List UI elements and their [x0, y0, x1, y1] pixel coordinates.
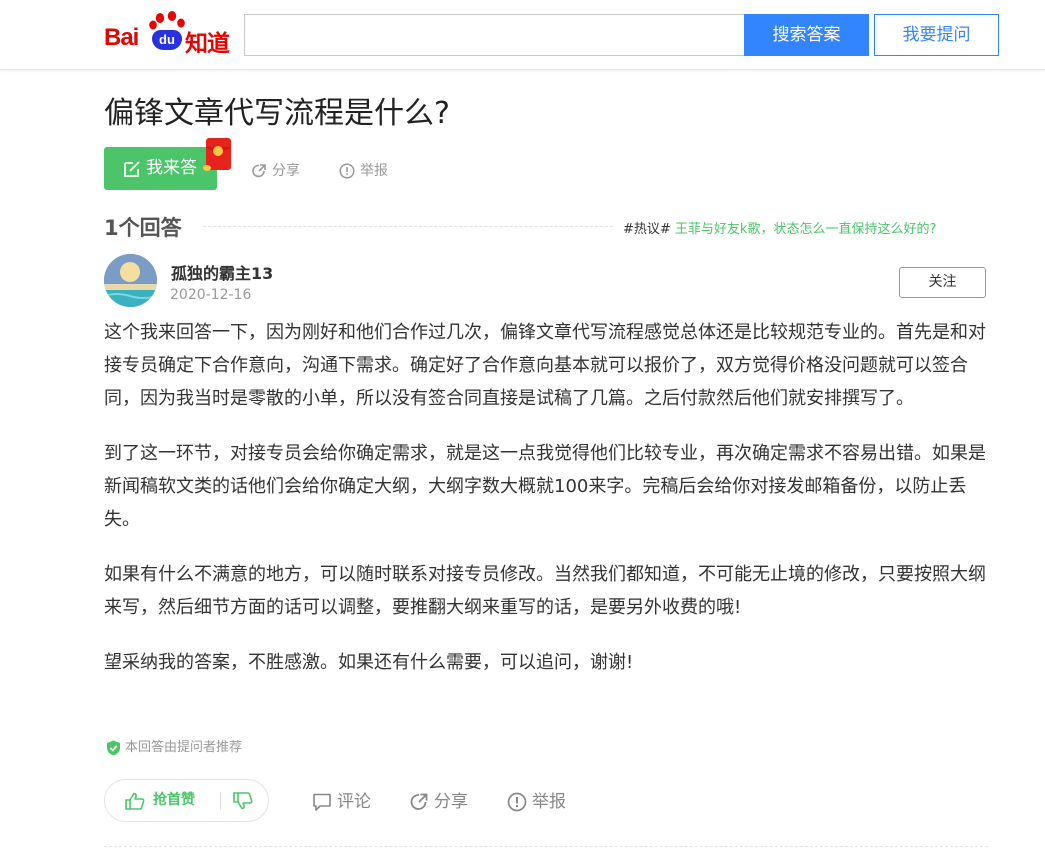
vote-box: 抢首赞: [104, 779, 269, 822]
answer-date: 2020-12-16: [170, 287, 252, 303]
hot-topic-link[interactable]: 王菲与好友k歌，状态怎么一直保持这么好的?: [671, 222, 936, 237]
search-button[interactable]: 搜索答案: [744, 14, 869, 56]
recommend-label: 本回答由提问者推荐: [125, 740, 243, 755]
answer-paragraph: 到了这一环节，对接专员会给你确定需求，就是这一点我觉得他们比较专业，再次确定需求…: [104, 443, 986, 530]
hot-topic-tag: #热议#: [623, 222, 671, 237]
question-report-label: 举报: [360, 163, 388, 179]
logo-bai-text: Bai: [104, 24, 139, 51]
comment-action[interactable]: 评论: [312, 790, 382, 814]
thumbs-up-icon: [125, 792, 145, 810]
question-title: 偏锋文章代写流程是什么?: [104, 96, 450, 131]
follow-button[interactable]: 关注: [899, 267, 986, 298]
answer-body: 这个我来回答一下，因为刚好和他们合作过几次，偏锋文章代写流程感觉总体还是比较规范…: [104, 316, 988, 701]
answer-count-divider: [203, 226, 613, 227]
search-input[interactable]: [244, 14, 744, 56]
answer-paragraph: 如果有什么不满意的地方，可以随时联系对接专员修改。当然我们都知道，不可能无止境的…: [104, 564, 986, 618]
answer-paragraph: 望采纳我的答案，不胜感激。如果还有什么需要，可以追问，谢谢!: [104, 652, 634, 673]
question-share-label: 分享: [272, 163, 300, 179]
share-icon: [252, 164, 266, 178]
thumbs-down-icon[interactable]: [233, 792, 253, 810]
answer-report-action[interactable]: 举报: [507, 790, 577, 814]
shield-check-icon: [107, 740, 120, 756]
report-icon: [507, 792, 527, 812]
answer-paragraph: 这个我来回答一下，因为刚好和他们合作过几次，偏锋文章代写流程感觉总体还是比较规范…: [104, 322, 986, 409]
answer-button[interactable]: 我来答: [104, 147, 217, 190]
ask-question-button[interactable]: 我要提问: [874, 14, 999, 56]
question-share-action[interactable]: 分享: [251, 160, 311, 182]
top-header: Bai du 知道 搜索答案 我要提问: [0, 0, 1045, 70]
hot-topic[interactable]: #热议# 王菲与好友k歌，状态怎么一直保持这么好的?: [623, 218, 936, 237]
upvote-label: 抢首赞: [153, 792, 195, 808]
answer-count: 1个回答: [104, 216, 182, 240]
question-report-action[interactable]: 举报: [339, 160, 399, 182]
edit-icon: [124, 161, 140, 177]
red-envelope-icon: [203, 138, 232, 171]
baidu-zhidao-logo[interactable]: Bai du 知道: [104, 10, 234, 57]
author-avatar[interactable]: [104, 254, 157, 307]
vote-separator: [220, 792, 221, 810]
answer-share-label: 分享: [434, 792, 468, 812]
logo-zhidao-text: 知道: [185, 31, 230, 57]
answer-button-label: 我来答: [146, 158, 197, 178]
answer-bottom-divider: [104, 846, 988, 847]
comment-label: 评论: [337, 792, 371, 812]
report-icon: [339, 163, 355, 179]
answer-report-label: 举报: [532, 792, 566, 812]
answer-share-action[interactable]: 分享: [409, 790, 479, 814]
author-name[interactable]: 孤独的霸主13: [171, 260, 273, 284]
comment-icon: [313, 793, 331, 811]
logo-du-text: du: [152, 30, 182, 50]
share-icon: [410, 793, 428, 810]
